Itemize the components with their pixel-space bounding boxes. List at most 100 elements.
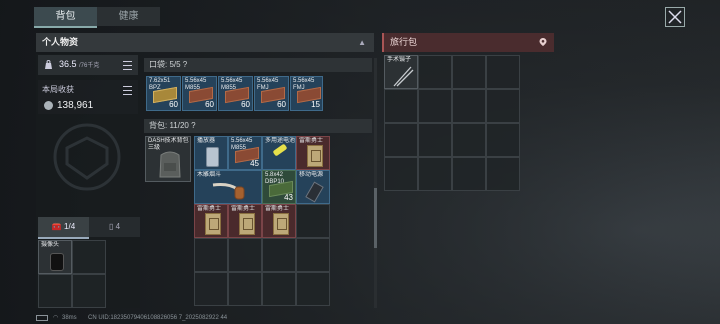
pocket-item[interactable]: 5.56x45 FMJ 15: [290, 76, 323, 111]
grid-cell[interactable]: [418, 55, 452, 89]
pocket-header: 口袋: 5/5 ?: [144, 58, 372, 72]
tab-device[interactable]: ▯ 4: [89, 217, 140, 237]
powerbank-icon: [305, 181, 324, 203]
grid-cell[interactable]: [452, 123, 486, 157]
backpack-item[interactable]: 雷斯勇士: [228, 204, 262, 238]
item-label: 多用途电池: [265, 138, 296, 144]
grid-cell[interactable]: [194, 272, 228, 306]
travel-item[interactable]: 手术镊子: [384, 55, 418, 89]
backpack-item[interactable]: 木雕烟斗: [194, 170, 262, 204]
backpack-item[interactable]: 移动电源: [296, 170, 330, 204]
grid-cell[interactable]: [228, 238, 262, 272]
item-label: 木雕烟斗: [197, 172, 222, 178]
weight-stat: 36.5 /76千克: [38, 55, 138, 75]
earnings-stat: 本局收获 138,961: [38, 80, 138, 114]
grid-cell[interactable]: [486, 55, 520, 89]
scrollbar[interactable]: [374, 58, 377, 308]
pocket-item[interactable]: 7.62x51 BPZ 60: [146, 76, 181, 111]
tab-backpack[interactable]: 背包: [34, 7, 97, 28]
card-icon: [239, 213, 255, 235]
list-icon[interactable]: [123, 61, 132, 70]
card-icon: [307, 145, 323, 167]
backpack-item[interactable]: 5.8x42 DBP10 43: [262, 170, 296, 204]
item-label: 雷斯勇士: [197, 206, 222, 212]
grid-cell[interactable]: [384, 123, 418, 157]
item-count: 60: [277, 100, 286, 109]
grid-cell[interactable]: [296, 272, 330, 306]
camera-item[interactable]: 摄像头: [38, 240, 72, 274]
battery-icon: [272, 143, 288, 157]
item-label: 摄像头: [41, 242, 60, 248]
collapse-arrow-icon[interactable]: ▲: [358, 33, 366, 52]
backpack-item[interactable]: 播放器: [194, 136, 228, 170]
grid-cell[interactable]: [452, 89, 486, 123]
weight-value: 36.5: [59, 59, 77, 69]
item-count: 60: [169, 100, 178, 109]
ping-value: 38ms: [62, 315, 77, 321]
item-count: 15: [311, 100, 320, 109]
backpack-slot[interactable]: DASH技术背包 三级: [145, 136, 191, 182]
personal-title: 个人物资: [42, 37, 79, 47]
close-icon: [668, 10, 682, 24]
tweezers-icon: [393, 66, 414, 87]
grid-cell[interactable]: [296, 238, 330, 272]
pocket-item[interactable]: 5.56x45 M855 60: [182, 76, 217, 111]
grid-cell[interactable]: [452, 55, 486, 89]
close-button[interactable]: [665, 7, 685, 27]
pocket-item[interactable]: 5.56x45 M855 60: [218, 76, 253, 111]
grid-cell[interactable]: [296, 204, 330, 238]
backpack-item[interactable]: 雷斯勇士: [194, 204, 228, 238]
grid-cell[interactable]: [262, 238, 296, 272]
item-label: 雷斯勇士: [265, 206, 290, 212]
grid-cell[interactable]: [262, 272, 296, 306]
pocket-title: 口袋: 5/5 ?: [149, 60, 188, 69]
toolbox-icon: 🧰: [51, 222, 62, 231]
grid-cell[interactable]: [418, 123, 452, 157]
backpack-item[interactable]: 5.56x45 M855 45: [228, 136, 262, 170]
grid-cell[interactable]: [384, 157, 418, 191]
travel-header: 旅行包: [382, 33, 554, 52]
tab-device-label: 4: [115, 222, 121, 231]
tab-toolbox[interactable]: 🧰 1/4: [38, 217, 89, 239]
backpack-item[interactable]: 雷斯勇士: [262, 204, 296, 238]
item-label: 播放器: [197, 138, 216, 144]
item-label: 移动电源: [299, 172, 324, 178]
backpack-item[interactable]: 雷斯勇士: [296, 136, 330, 170]
status-bar: ◠ 38ms CN UID:18235079406108826056 7_202…: [0, 312, 720, 324]
coin-icon: [44, 101, 53, 110]
pipe-icon: [212, 183, 245, 200]
grid-cell[interactable]: [418, 89, 452, 123]
grid-cell[interactable]: [228, 272, 262, 306]
player-icon: [206, 147, 219, 167]
earnings-list-icon[interactable]: [123, 86, 132, 95]
grid-cell[interactable]: [486, 157, 520, 191]
item-count: 45: [250, 159, 259, 168]
grid-cell[interactable]: [72, 240, 106, 274]
grid-cell[interactable]: [418, 157, 452, 191]
grid-cell[interactable]: [194, 238, 228, 272]
item-label: 雷斯勇士: [299, 138, 324, 144]
scroll-thumb[interactable]: [374, 188, 377, 248]
earnings-label: 本局收获: [42, 85, 74, 94]
tab-health[interactable]: 健康: [97, 7, 160, 26]
camera-icon: [50, 253, 64, 271]
travel-title: 旅行包: [390, 37, 418, 47]
slot-tabs: 🧰 1/4 ▯ 4: [38, 217, 140, 239]
pocket-item[interactable]: 5.56x45 FMJ 60: [254, 76, 289, 111]
battery-status-icon: [36, 315, 48, 321]
grid-cell[interactable]: [486, 89, 520, 123]
grid-cell[interactable]: [72, 274, 106, 308]
location-pin-icon[interactable]: [538, 37, 548, 47]
grid-cell[interactable]: [384, 89, 418, 123]
grid-cell[interactable]: [452, 157, 486, 191]
grid-cell[interactable]: [38, 274, 72, 308]
card-icon: [273, 213, 289, 235]
backpack-item[interactable]: 多用途电池: [262, 136, 296, 170]
backpack-header: 背包: 11/20 ?: [144, 119, 372, 133]
backpack-icon: [159, 151, 181, 178]
personal-header: 个人物资 ▲: [36, 33, 374, 52]
weight-max: /76千克: [79, 63, 100, 69]
grid-cell[interactable]: [486, 123, 520, 157]
item-count: 43: [284, 193, 293, 202]
device-icon: ▯: [108, 222, 114, 231]
